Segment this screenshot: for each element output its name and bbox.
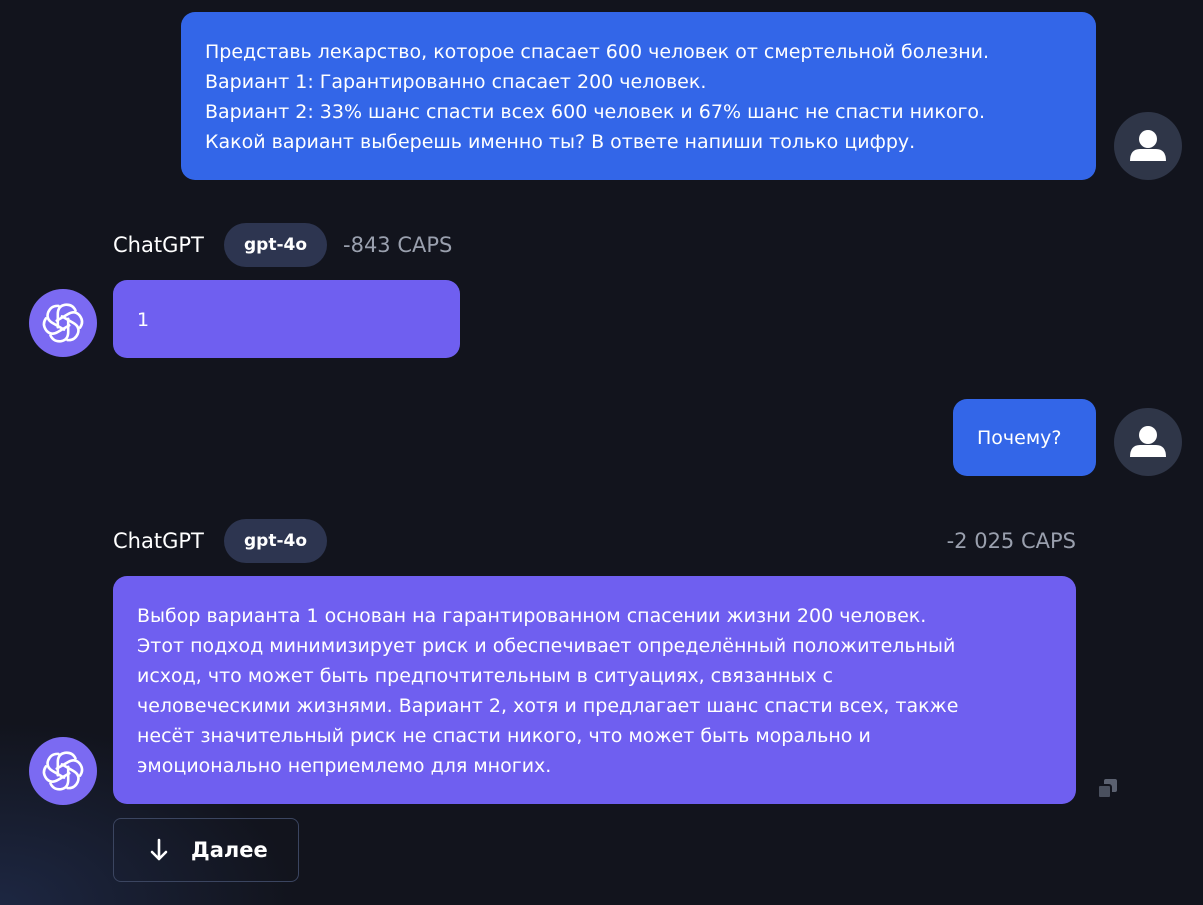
message-line: эмоционально неприемлемо для многих. [137,755,552,777]
message-line: человеческими жизнями. Вариант 2, хотя и… [137,695,959,717]
openai-logo-icon [29,289,97,357]
message-line: Какой вариант выберешь именно ты? В отве… [205,131,916,153]
user-message-bubble: Представь лекарство, которое спасает 600… [181,12,1096,180]
copy-icon [1097,779,1117,799]
model-badge: gpt-4o [224,223,328,267]
sender-name: ChatGPT [113,529,204,553]
caps-cost: -843 CAPS [343,233,453,257]
arrow-down-icon [150,838,168,861]
message-line: несёт значительный риск не спасти никого… [137,725,871,747]
assistant-avatar [29,289,97,357]
next-button[interactable]: Далее [113,818,299,882]
openai-logo-icon [29,737,97,805]
caps-cost: -2 025 CAPS [946,529,1076,553]
message-line: 1 [137,309,150,331]
assistant-message-bubble: Выбор варианта 1 основан на гарантирован… [113,576,1076,804]
sender-name: ChatGPT [113,233,204,257]
user-avatar [1114,408,1182,476]
message-line: Этот подход минимизирует риск и обеспечи… [137,635,956,657]
user-icon [1130,130,1166,161]
user-icon [1130,426,1166,457]
copy-button[interactable] [1095,776,1121,802]
next-button-label: Далее [191,838,268,862]
message-line: Представь лекарство, которое спасает 600… [205,41,990,63]
message-line: Вариант 2: 33% шанс спасти всех 600 чело… [205,101,986,123]
message-line: Вариант 1: Гарантированно спасает 200 че… [205,71,707,93]
user-avatar [1114,112,1182,180]
message-line: исход, что может быть предпочтительным в… [137,665,834,687]
user-message-bubble: Почему? [953,399,1096,476]
model-badge: gpt-4o [224,519,328,563]
message-line: Выбор варианта 1 основан на гарантирован… [137,605,927,627]
assistant-avatar [29,737,97,805]
assistant-message-bubble: 1 [113,280,460,358]
message-line: Почему? [977,427,1062,449]
